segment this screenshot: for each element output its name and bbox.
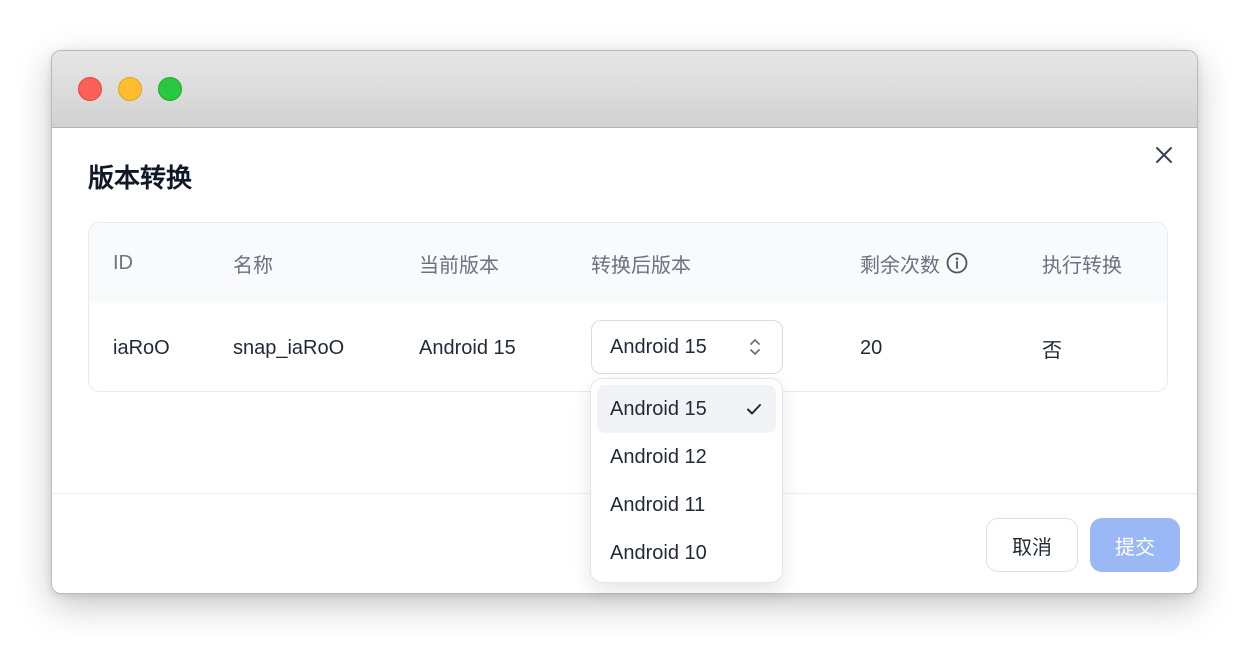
cell-execute: 否 xyxy=(1042,339,1062,362)
dialog-close-button[interactable] xyxy=(1153,144,1175,166)
dropdown-option[interactable]: Android 10 xyxy=(597,529,776,577)
dropdown-option-label: Android 11 xyxy=(610,493,706,516)
header-remaining: 剩余次数 xyxy=(860,223,968,303)
header-execute: 执行转换 xyxy=(1042,254,1122,277)
dropdown-option-label: Android 12 xyxy=(610,445,707,468)
maximize-window-button[interactable] xyxy=(158,77,182,101)
dialog-title: 版本转换 xyxy=(88,163,193,193)
close-icon xyxy=(1156,147,1172,163)
version-dropdown: Android 15 Android 12 Android 11 Android… xyxy=(590,378,783,583)
header-target-version: 转换后版本 xyxy=(591,254,691,277)
dropdown-option[interactable]: Android 15 xyxy=(597,385,776,433)
chevron-up-down-icon xyxy=(748,336,762,358)
info-icon[interactable] xyxy=(946,252,968,274)
check-icon xyxy=(744,399,764,419)
target-version-select[interactable]: Android 15 xyxy=(591,320,783,374)
submit-button[interactable]: 提交 xyxy=(1090,518,1180,572)
header-remaining-label: 剩余次数 xyxy=(860,254,940,277)
target-version-value: Android 15 xyxy=(610,335,707,358)
cell-current-version: Android 15 xyxy=(419,336,516,359)
header-id: ID xyxy=(113,251,133,274)
minimize-window-button[interactable] xyxy=(118,77,142,101)
dropdown-option-label: Android 15 xyxy=(610,397,707,420)
cell-remaining: 20 xyxy=(860,336,883,359)
version-table: ID 名称 当前版本 转换后版本 剩余次数 执行转换 iaRoO snap_ia… xyxy=(88,222,1168,392)
window-titlebar xyxy=(52,51,1197,128)
dropdown-option-label: Android 10 xyxy=(610,541,707,564)
cell-id: iaRoO xyxy=(113,336,170,359)
dropdown-option[interactable]: Android 12 xyxy=(597,433,776,481)
close-window-button[interactable] xyxy=(78,77,102,101)
cancel-button[interactable]: 取消 xyxy=(986,518,1078,572)
header-name: 名称 xyxy=(233,254,273,277)
dropdown-option[interactable]: Android 11 xyxy=(597,481,776,529)
header-current-version: 当前版本 xyxy=(419,254,499,277)
table-header: ID 名称 当前版本 转换后版本 剩余次数 执行转换 xyxy=(89,223,1167,303)
cell-name: snap_iaRoO xyxy=(233,336,345,359)
